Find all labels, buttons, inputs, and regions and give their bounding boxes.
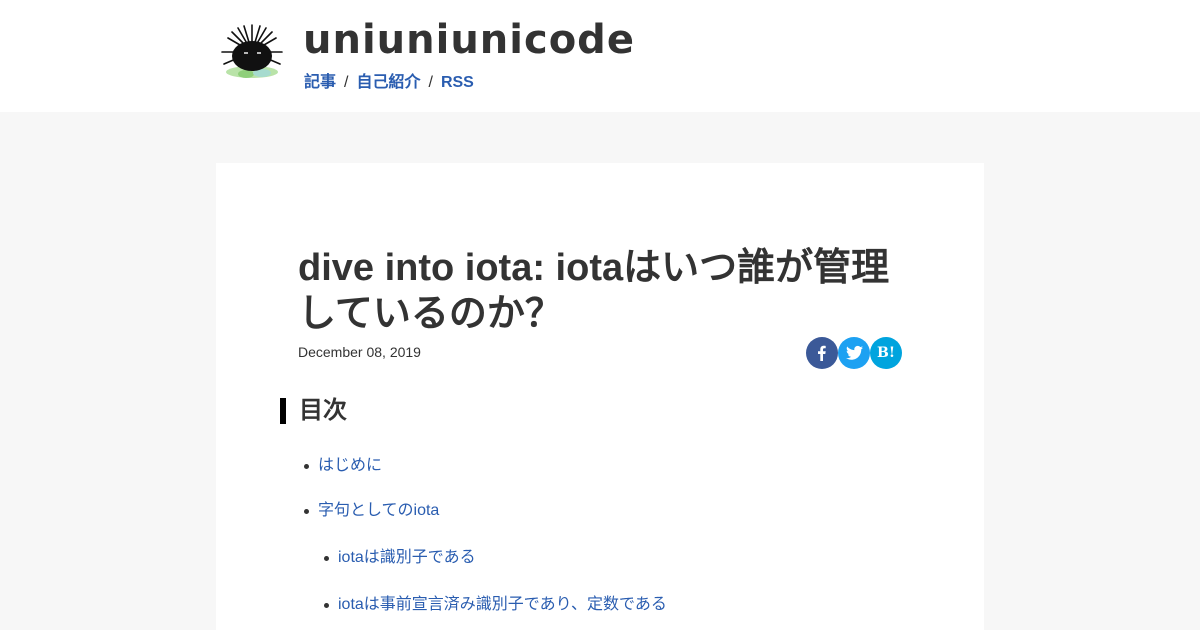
facebook-share-button[interactable] (806, 337, 838, 369)
nav-link-rss[interactable]: RSS (441, 74, 474, 91)
nav-separator: / (344, 74, 349, 91)
toc-item-iota-is-identifier: iotaは識別子である (324, 548, 476, 568)
site-nav: 記事 / 自己紹介 / RSS (304, 73, 474, 93)
sea-urchin-icon (221, 24, 283, 78)
hatena-bookmark-share-button[interactable]: B! (870, 337, 902, 369)
site-header: uniuniunicode 記事 / 自己紹介 / RSS (0, 0, 1200, 112)
toc-item-iota-is-predeclared-constant: iotaは事前宣言済み識別子であり、定数である (324, 595, 667, 615)
bullet-icon (324, 603, 329, 608)
nav-link-about[interactable]: 自己紹介 (356, 74, 420, 91)
site-title[interactable]: uniuniunicode (303, 14, 635, 66)
twitter-icon (845, 345, 863, 360)
post-title: dive into iota: iotaはいつ誰が管理しているのか？ (298, 247, 890, 335)
toc-item-introduction: はじめに (304, 456, 382, 476)
bullet-icon (304, 509, 309, 514)
nav-link-articles[interactable]: 記事 (304, 74, 336, 91)
facebook-icon (818, 345, 826, 361)
hatena-bookmark-icon: B! (877, 345, 895, 361)
toc-link[interactable]: iotaは事前宣言済み識別子であり、定数である (338, 596, 667, 613)
bullet-icon (324, 556, 329, 561)
toc-link[interactable]: はじめに (318, 457, 382, 474)
toc-heading: 目次 (280, 398, 347, 424)
article-card: dive into iota: iotaはいつ誰が管理しているのか？ Decem… (216, 163, 984, 630)
bullet-icon (304, 464, 309, 469)
toc-link[interactable]: iotaは識別子である (338, 549, 476, 566)
twitter-share-button[interactable] (838, 337, 870, 369)
post-date: December 08, 2019 (298, 344, 421, 360)
site-logo[interactable] (220, 22, 284, 82)
toc-link[interactable]: 字句としてのiota (318, 502, 439, 519)
nav-separator: / (428, 74, 433, 91)
toc-item-iota-as-token: 字句としてのiota (304, 501, 439, 521)
